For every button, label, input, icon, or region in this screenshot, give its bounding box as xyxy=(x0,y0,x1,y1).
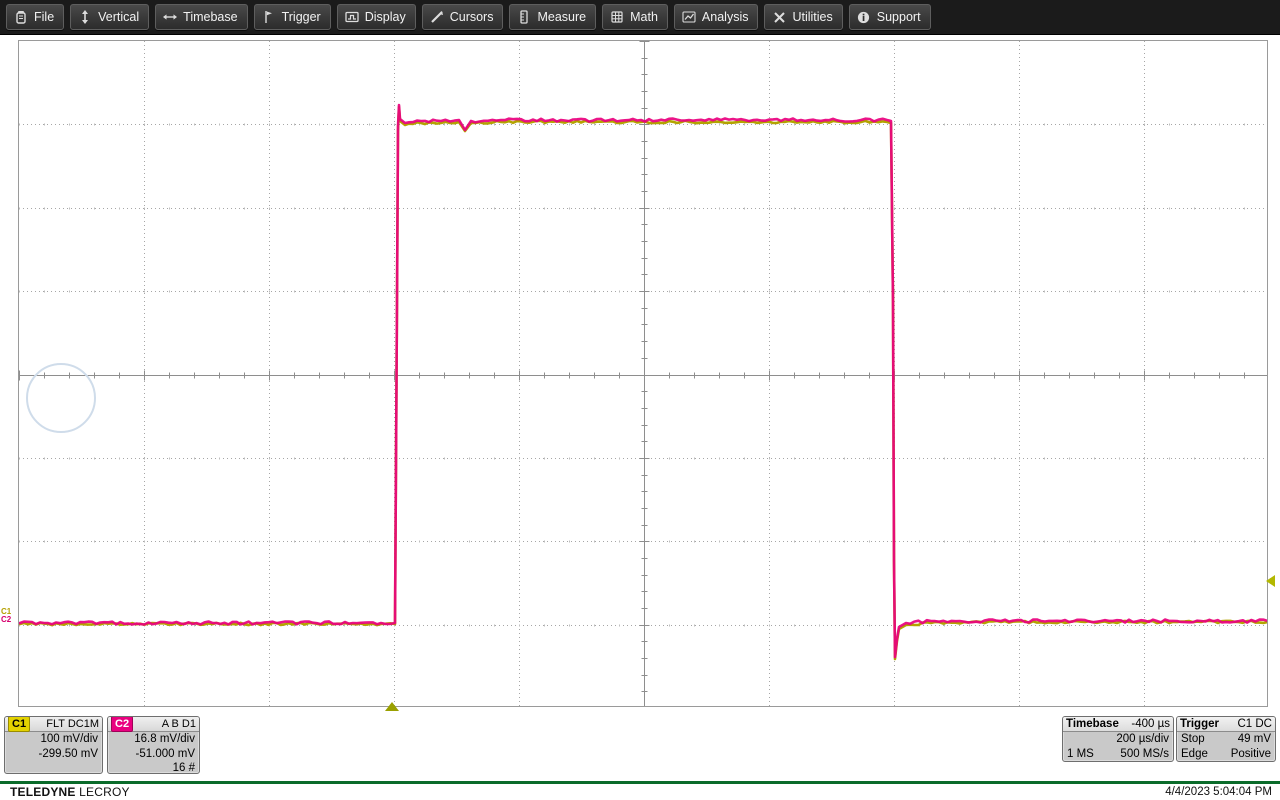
toolbar-label-support: Support xyxy=(877,10,921,24)
toolbar-button-display[interactable]: Display xyxy=(337,4,416,30)
channel-1-offset: -299.50 mV xyxy=(9,747,98,762)
cursor-line-icon xyxy=(430,10,444,24)
toolbar-button-cursors[interactable]: Cursors xyxy=(422,4,504,30)
brand-light-text: LECROY xyxy=(76,785,130,799)
display-screen-icon xyxy=(345,10,359,24)
trigger-source: C1 DC xyxy=(1237,718,1272,730)
trigger-position-marker[interactable] xyxy=(385,702,399,711)
waveform-canvas xyxy=(19,41,1268,707)
toolbar-button-vertical[interactable]: Vertical xyxy=(70,4,149,30)
channel-1-badge[interactable]: C1 xyxy=(8,716,30,732)
timebase-memory: 1 MS xyxy=(1067,747,1094,762)
trigger-flag-icon xyxy=(262,10,276,24)
channel-1-body: 100 mV/div -299.50 mV xyxy=(5,732,102,761)
channel-2-descriptor[interactable]: C2 A B D1 16.8 mV/div -51.000 mV 16 # xyxy=(107,716,200,774)
horizontal-arrows-icon xyxy=(163,10,177,24)
main-toolbar: File Vertical Timebase Trigger Display xyxy=(0,0,1280,35)
toolbar-button-analysis[interactable]: Analysis xyxy=(674,4,759,30)
channel-2-coupling: A B D1 xyxy=(162,718,196,730)
channel-2-badge[interactable]: C2 xyxy=(111,716,133,732)
channel-2-offset-marker-label: C2 xyxy=(1,615,11,624)
toolbar-label-file: File xyxy=(34,10,54,24)
trigger-descriptor[interactable]: Trigger C1 DC Stop 49 mV Edge Positive xyxy=(1176,716,1276,762)
channel-1-coupling: FLT DC1M xyxy=(46,718,99,730)
trigger-level-marker[interactable] xyxy=(1266,575,1275,587)
toolbar-button-support[interactable]: Support xyxy=(849,4,931,30)
descriptor-bar: C1 FLT DC1M 100 mV/div -299.50 mV C2 A B… xyxy=(0,716,1280,778)
trigger-state-row: Stop 49 mV xyxy=(1181,732,1271,747)
teledyne-lecroy-logo: TELEDYNE LECROY xyxy=(10,785,130,799)
channel-2-offset-marker[interactable]: C2 xyxy=(1,616,11,624)
trigger-type: Edge xyxy=(1181,747,1208,762)
toolbar-label-math: Math xyxy=(630,10,658,24)
grid-lines xyxy=(19,41,1268,707)
toolbar-label-timebase: Timebase xyxy=(183,10,237,24)
channel-1-header: C1 FLT DC1M xyxy=(5,717,102,732)
timestamp: 4/4/2023 5:04:04 PM xyxy=(1165,786,1272,798)
toolbar-label-measure: Measure xyxy=(537,10,586,24)
channel-2-extra: 16 # xyxy=(112,761,195,774)
analysis-chart-icon xyxy=(682,10,696,24)
channel-2-header: C2 A B D1 xyxy=(108,717,199,732)
toolbar-label-vertical: Vertical xyxy=(98,10,139,24)
toolbar-label-display: Display xyxy=(365,10,406,24)
toolbar-button-timebase[interactable]: Timebase xyxy=(155,4,247,30)
toolbar-button-file[interactable]: File xyxy=(6,4,64,30)
file-icon xyxy=(14,10,28,24)
timebase-memory-row: 1 MS 500 MS/s xyxy=(1067,747,1169,762)
toolbar-label-trigger: Trigger xyxy=(282,10,321,24)
channel-2-body: 16.8 mV/div -51.000 mV 16 # xyxy=(108,732,199,774)
measure-ruler-icon xyxy=(517,10,531,24)
timebase-scale: 200 µs/div xyxy=(1067,732,1169,747)
trigger-header: Trigger C1 DC xyxy=(1177,717,1275,732)
trigger-state: Stop xyxy=(1181,732,1205,747)
toolbar-button-trigger[interactable]: Trigger xyxy=(254,4,331,30)
toolbar-button-measure[interactable]: Measure xyxy=(509,4,596,30)
channel-1-scale: 100 mV/div xyxy=(9,732,98,747)
channel-2-scale: 16.8 mV/div xyxy=(112,732,195,747)
channel-2-offset: -51.000 mV xyxy=(112,747,195,762)
touch-indicator-circle xyxy=(26,363,96,433)
toolbar-button-math[interactable]: Math xyxy=(602,4,668,30)
timebase-sample-rate: 500 MS/s xyxy=(1120,747,1169,762)
toolbar-label-analysis: Analysis xyxy=(702,10,749,24)
channel-1-descriptor[interactable]: C1 FLT DC1M 100 mV/div -299.50 mV xyxy=(4,716,103,774)
trigger-type-row: Edge Positive xyxy=(1181,747,1271,762)
trigger-level: 49 mV xyxy=(1238,732,1271,747)
toolbar-label-utilities: Utilities xyxy=(792,10,832,24)
utilities-tools-icon xyxy=(772,10,786,24)
timebase-delay: -400 µs xyxy=(1131,718,1170,730)
center-axis-crosshair xyxy=(19,41,1268,707)
toolbar-button-utilities[interactable]: Utilities xyxy=(764,4,842,30)
waveform-graticule[interactable] xyxy=(18,40,1268,707)
trigger-slope: Positive xyxy=(1231,747,1271,762)
footer-bar xyxy=(0,784,1280,800)
trigger-body: Stop 49 mV Edge Positive xyxy=(1177,732,1275,761)
info-circle-icon xyxy=(857,10,871,24)
timebase-body: 200 µs/div 1 MS 500 MS/s xyxy=(1063,732,1173,761)
vertical-arrows-icon xyxy=(78,10,92,24)
toolbar-label-cursors: Cursors xyxy=(450,10,494,24)
timebase-header: Timebase -400 µs xyxy=(1063,717,1173,732)
timebase-descriptor[interactable]: Timebase -400 µs 200 µs/div 1 MS 500 MS/… xyxy=(1062,716,1174,762)
math-grid-icon xyxy=(610,10,624,24)
oscilloscope-app: File Vertical Timebase Trigger Display xyxy=(0,0,1280,800)
trigger-title: Trigger xyxy=(1180,718,1219,730)
timebase-title: Timebase xyxy=(1066,718,1119,730)
brand-bold-text: TELEDYNE xyxy=(10,785,76,799)
